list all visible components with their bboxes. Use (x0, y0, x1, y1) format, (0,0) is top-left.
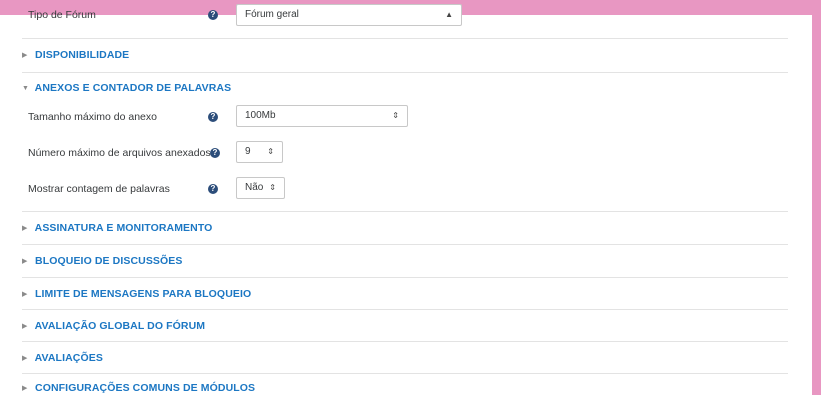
max-attachment-size-value: 100Mb (245, 110, 276, 121)
help-icon[interactable]: ? (208, 112, 218, 122)
expand-icon: ▶ (22, 258, 28, 265)
expand-icon: ▶ (22, 52, 28, 59)
divider (22, 211, 788, 212)
decorative-frame-right (812, 0, 821, 395)
select-caret-icon: ⇕ (269, 183, 276, 192)
forum-type-value: Fórum geral (245, 9, 299, 20)
max-attachment-size-label: Tamanho máximo do anexo (28, 111, 157, 123)
section-title: CONFIGURAÇÕES COMUNS DE MÓDULOS (35, 382, 256, 394)
forum-type-select[interactable]: Fórum geral ▲ (236, 4, 462, 26)
section-limite[interactable]: ▶ LIMITE DE MENSAGENS PARA BLOQUEIO (22, 288, 251, 300)
word-count-select[interactable]: Não ⇕ (236, 177, 285, 199)
divider (22, 277, 788, 278)
expand-icon: ▶ (22, 225, 28, 232)
select-caret-icon: ⇕ (267, 147, 274, 156)
max-attachments-select[interactable]: 9 ⇕ (236, 141, 283, 163)
word-count-value: Não (245, 182, 264, 193)
divider (22, 309, 788, 310)
divider (22, 373, 788, 374)
select-caret-icon: ⇕ (392, 111, 399, 120)
section-title: ASSINATURA E MONITORAMENTO (34, 222, 213, 234)
section-avaliacao-global[interactable]: ▶ AVALIAÇÃO GLOBAL DO FÓRUM (22, 320, 205, 332)
max-attachments-label: Número máximo de arquivos anexados (28, 147, 211, 159)
section-anexos[interactable]: ▼ ANEXOS E CONTADOR DE PALAVRAS (22, 82, 231, 94)
section-configuracoes[interactable]: ▶ CONFIGURAÇÕES COMUNS DE MÓDULOS (22, 382, 255, 394)
help-icon[interactable]: ? (210, 148, 220, 158)
section-avaliacoes[interactable]: ▶ AVALIAÇÕES (22, 352, 103, 364)
divider (22, 72, 788, 73)
forum-type-label: Tipo de Fórum (28, 9, 96, 21)
section-title: ANEXOS E CONTADOR DE PALAVRAS (34, 82, 232, 94)
expand-icon: ▶ (22, 291, 28, 298)
section-assinatura[interactable]: ▶ ASSINATURA E MONITORAMENTO (22, 222, 212, 234)
section-title: AVALIAÇÃO GLOBAL DO FÓRUM (34, 320, 206, 332)
word-count-label: Mostrar contagem de palavras (28, 183, 170, 195)
expand-icon: ▶ (22, 323, 28, 330)
divider (22, 244, 788, 245)
section-disponibilidade[interactable]: ▶ DISPONIBILIDADE (22, 49, 129, 61)
expand-icon: ▶ (22, 385, 28, 392)
help-icon[interactable]: ? (208, 10, 218, 20)
expand-icon: ▶ (22, 355, 28, 362)
section-title: AVALIAÇÕES (34, 352, 103, 364)
select-caret-icon: ▲ (445, 10, 453, 19)
section-title: DISPONIBILIDADE (35, 49, 130, 61)
help-icon[interactable]: ? (208, 184, 218, 194)
divider (22, 341, 788, 342)
section-title: LIMITE DE MENSAGENS PARA BLOQUEIO (35, 288, 252, 300)
section-bloqueio[interactable]: ▶ BLOQUEIO DE DISCUSSÕES (22, 255, 183, 267)
section-title: BLOQUEIO DE DISCUSSÕES (35, 255, 183, 267)
collapse-icon: ▼ (22, 85, 30, 92)
max-attachments-value: 9 (245, 146, 251, 157)
max-attachment-size-select[interactable]: 100Mb ⇕ (236, 105, 408, 127)
divider (22, 38, 788, 39)
